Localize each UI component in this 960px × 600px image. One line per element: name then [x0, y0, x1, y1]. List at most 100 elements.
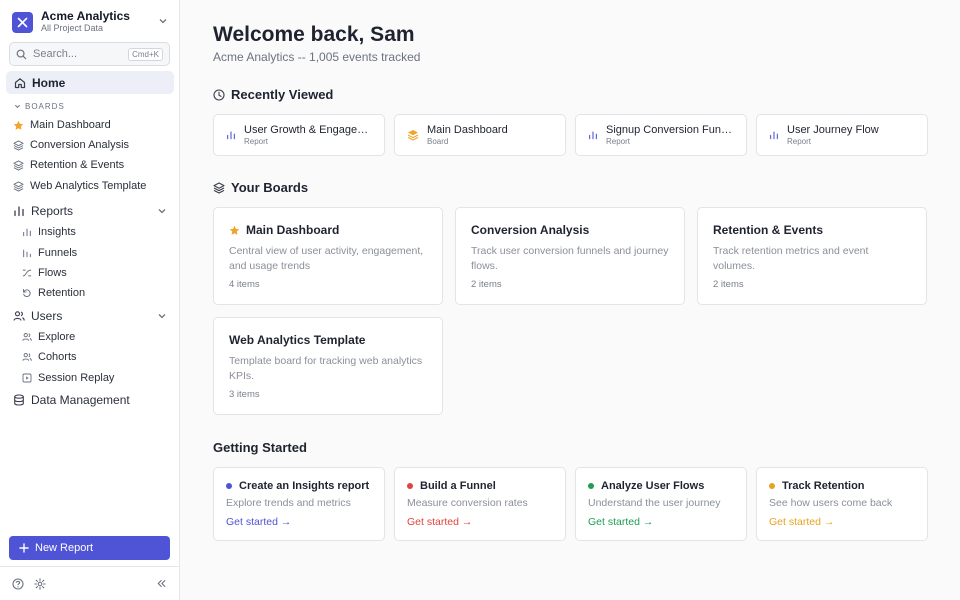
section-title: Getting Started — [213, 440, 307, 455]
recently-viewed-header: Recently Viewed — [213, 87, 333, 102]
status-dot — [407, 483, 413, 489]
help-icon[interactable] — [12, 578, 24, 590]
app-logo-icon — [12, 11, 33, 33]
get-started-link[interactable]: Get started → — [588, 516, 734, 528]
org-name: Acme Analytics — [41, 9, 130, 23]
sidebar-item-label: Data Management — [31, 393, 130, 407]
getting-started-description: Measure conversion rates — [407, 497, 528, 509]
get-started-link[interactable]: Get started → — [407, 516, 553, 528]
chevron-down-icon — [158, 16, 168, 26]
chevron-down-icon — [14, 103, 25, 110]
sidebar-board-web-analytics-template[interactable]: Web Analytics Template — [13, 176, 146, 196]
sidebar-item-funnels[interactable]: Funnels — [22, 243, 77, 263]
board-title: Conversion Analysis — [471, 223, 590, 237]
sidebar-board-retention-events[interactable]: Retention & Events — [13, 155, 124, 175]
sidebar-item-insights[interactable]: Insights — [22, 222, 76, 242]
chevron-down-icon — [157, 311, 167, 321]
collapse-sidebar-icon[interactable] — [156, 578, 167, 589]
board-title: Web Analytics Template — [229, 333, 366, 347]
board-title: Retention & Events — [713, 223, 824, 237]
sidebar-item-label: Retention & Events — [30, 159, 125, 171]
your-boards-header: Your Boards — [213, 180, 308, 195]
sidebar-section-reports[interactable]: Reports — [13, 200, 167, 222]
boards-header-label: BOARDS — [25, 102, 65, 111]
users-icon — [13, 310, 25, 322]
bar-chart-icon — [588, 130, 598, 140]
layers-icon — [13, 180, 24, 192]
getting-started-description: Understand the user journey — [588, 497, 721, 509]
sidebar-item-home[interactable]: Home — [6, 71, 174, 94]
getting-started-card[interactable]: Build a Funnel Measure conversion rates … — [394, 467, 566, 541]
search-icon — [16, 49, 27, 60]
getting-started-title: Track Retention — [782, 480, 865, 492]
getting-started-card[interactable]: Analyze User Flows Understand the user j… — [575, 467, 747, 541]
gear-icon[interactable] — [34, 578, 46, 590]
recent-item-title: Signup Conversion Funnel — [606, 123, 732, 136]
main-content: Welcome back, Sam Acme Analytics -- 1,00… — [180, 0, 960, 600]
board-card[interactable]: Retention & Events Track retention metri… — [697, 207, 927, 305]
users-icon — [22, 352, 32, 362]
funnel-bars-icon — [22, 248, 32, 258]
sidebar-item-label: Funnels — [38, 247, 78, 259]
sidebar-section-users[interactable]: Users — [13, 305, 167, 327]
database-icon — [13, 394, 25, 406]
recent-item-type: Report — [787, 136, 812, 146]
board-description: Track retention metrics and event volume… — [713, 245, 869, 272]
get-started-link[interactable]: Get started → — [226, 516, 372, 528]
bar-chart-icon — [769, 130, 779, 140]
sidebar-item-retention[interactable]: Retention — [22, 283, 85, 303]
sidebar-item-cohorts[interactable]: Cohorts — [22, 347, 77, 367]
sidebar-item-label: Home — [32, 75, 66, 90]
boards-section-header[interactable]: BOARDS — [14, 102, 65, 111]
getting-started-card[interactable]: Track Retention See how users come back … — [756, 467, 928, 541]
layers-icon — [407, 129, 419, 141]
board-description: Track user conversion funnels and journe… — [471, 245, 669, 272]
sidebar-footer — [0, 566, 179, 600]
sidebar-item-explore[interactable]: Explore — [22, 327, 75, 347]
recent-item-title: User Journey Flow — [787, 123, 879, 136]
search-shortcut-badge: Cmd+K — [128, 47, 163, 61]
recent-item-card[interactable]: Signup Conversion Funnel Report — [575, 114, 747, 156]
home-icon — [14, 77, 26, 89]
recent-item-card[interactable]: User Journey Flow Report — [756, 114, 928, 156]
sidebar-item-label: Session Replay — [38, 372, 115, 384]
sidebar: Acme Analytics All Project Data Search..… — [0, 0, 180, 600]
bar-chart-icon — [13, 205, 25, 217]
board-card[interactable]: Main Dashboard Central view of user acti… — [213, 207, 443, 305]
sidebar-item-flows[interactable]: Flows — [22, 263, 67, 283]
sidebar-board-conversion-analysis[interactable]: Conversion Analysis — [13, 135, 129, 155]
getting-started-header: Getting Started — [213, 440, 307, 455]
sidebar-board-main-dashboard[interactable]: Main Dashboard — [13, 115, 111, 135]
sidebar-item-session-replay[interactable]: Session Replay — [22, 368, 114, 388]
sidebar-item-data-management[interactable]: Data Management — [13, 389, 167, 411]
play-square-icon — [22, 373, 32, 383]
sidebar-item-label: Retention — [38, 287, 86, 299]
getting-started-description: Explore trends and metrics — [226, 497, 351, 509]
sidebar-item-label: Web Analytics Template — [30, 180, 147, 192]
status-dot — [769, 483, 775, 489]
plus-icon — [19, 543, 29, 553]
sidebar-item-label: Explore — [38, 331, 76, 343]
org-switcher[interactable]: Acme Analytics All Project Data — [12, 10, 170, 34]
recent-item-card[interactable]: User Growth & Engagement Report — [213, 114, 385, 156]
get-started-link[interactable]: Get started → — [769, 516, 915, 528]
chevron-down-icon — [157, 206, 167, 216]
star-icon — [13, 120, 24, 131]
board-card[interactable]: Web Analytics Template Template board fo… — [213, 317, 443, 415]
recent-item-card[interactable]: Main Dashboard Board — [394, 114, 566, 156]
new-report-button[interactable]: New Report — [9, 536, 170, 560]
getting-started-title: Create an Insights report — [239, 480, 370, 492]
search-input[interactable]: Search... Cmd+K — [9, 42, 170, 66]
layers-icon — [213, 181, 225, 194]
recent-item-type: Report — [244, 136, 269, 146]
sidebar-section-label: Reports — [31, 204, 74, 218]
getting-started-description: See how users come back — [769, 497, 893, 509]
getting-started-title: Build a Funnel — [420, 480, 496, 492]
board-card[interactable]: Conversion Analysis Track user conversio… — [455, 207, 685, 305]
section-title: Recently Viewed — [231, 87, 334, 102]
board-description: Central view of user activity, engagemen… — [229, 245, 424, 272]
section-title: Your Boards — [231, 180, 309, 195]
board-item-count: 4 items — [229, 279, 260, 290]
board-item-count: 3 items — [229, 389, 260, 400]
getting-started-card[interactable]: Create an Insights report Explore trends… — [213, 467, 385, 541]
